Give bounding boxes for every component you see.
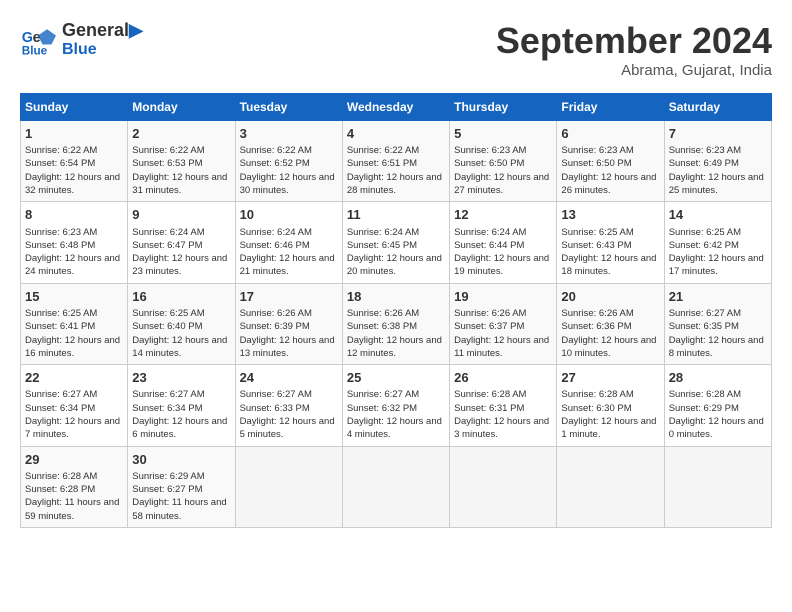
svg-text:G: G bbox=[22, 29, 33, 45]
col-wednesday: Wednesday bbox=[342, 94, 449, 121]
col-sunday: Sunday bbox=[21, 94, 128, 121]
table-cell bbox=[664, 446, 771, 527]
day-number: 12 bbox=[454, 206, 552, 224]
table-cell: 30Sunrise: 6:29 AMSunset: 6:27 PMDayligh… bbox=[128, 446, 235, 527]
day-number: 20 bbox=[561, 288, 659, 306]
table-cell: 26Sunrise: 6:28 AMSunset: 6:31 PMDayligh… bbox=[450, 365, 557, 446]
table-row: 15Sunrise: 6:25 AMSunset: 6:41 PMDayligh… bbox=[21, 283, 772, 364]
table-cell: 27Sunrise: 6:28 AMSunset: 6:30 PMDayligh… bbox=[557, 365, 664, 446]
table-cell bbox=[557, 446, 664, 527]
table-cell: 2Sunrise: 6:22 AMSunset: 6:53 PMDaylight… bbox=[128, 121, 235, 202]
table-cell bbox=[342, 446, 449, 527]
table-cell: 13Sunrise: 6:25 AMSunset: 6:43 PMDayligh… bbox=[557, 202, 664, 283]
table-cell: 3Sunrise: 6:22 AMSunset: 6:52 PMDaylight… bbox=[235, 121, 342, 202]
header-row: Sunday Monday Tuesday Wednesday Thursday… bbox=[21, 94, 772, 121]
table-cell: 9Sunrise: 6:24 AMSunset: 6:47 PMDaylight… bbox=[128, 202, 235, 283]
col-monday: Monday bbox=[128, 94, 235, 121]
table-cell: 25Sunrise: 6:27 AMSunset: 6:32 PMDayligh… bbox=[342, 365, 449, 446]
day-number: 15 bbox=[25, 288, 123, 306]
table-cell: 18Sunrise: 6:26 AMSunset: 6:38 PMDayligh… bbox=[342, 283, 449, 364]
day-number: 13 bbox=[561, 206, 659, 224]
table-cell: 5Sunrise: 6:23 AMSunset: 6:50 PMDaylight… bbox=[450, 121, 557, 202]
table-cell bbox=[235, 446, 342, 527]
day-number: 26 bbox=[454, 369, 552, 387]
calendar-table: Sunday Monday Tuesday Wednesday Thursday… bbox=[20, 93, 772, 528]
day-number: 28 bbox=[669, 369, 767, 387]
table-cell: 23Sunrise: 6:27 AMSunset: 6:34 PMDayligh… bbox=[128, 365, 235, 446]
day-number: 5 bbox=[454, 125, 552, 143]
table-cell: 29Sunrise: 6:28 AMSunset: 6:28 PMDayligh… bbox=[21, 446, 128, 527]
day-number: 10 bbox=[240, 206, 338, 224]
table-cell: 16Sunrise: 6:25 AMSunset: 6:40 PMDayligh… bbox=[128, 283, 235, 364]
header: G e Blue General▶ Blue September 2024 Ab… bbox=[20, 20, 772, 79]
table-cell: 7Sunrise: 6:23 AMSunset: 6:49 PMDaylight… bbox=[664, 121, 771, 202]
table-cell: 17Sunrise: 6:26 AMSunset: 6:39 PMDayligh… bbox=[235, 283, 342, 364]
day-number: 7 bbox=[669, 125, 767, 143]
table-cell: 19Sunrise: 6:26 AMSunset: 6:37 PMDayligh… bbox=[450, 283, 557, 364]
table-cell: 10Sunrise: 6:24 AMSunset: 6:46 PMDayligh… bbox=[235, 202, 342, 283]
day-number: 22 bbox=[25, 369, 123, 387]
table-cell: 1Sunrise: 6:22 AMSunset: 6:54 PMDaylight… bbox=[21, 121, 128, 202]
table-row: 22Sunrise: 6:27 AMSunset: 6:34 PMDayligh… bbox=[21, 365, 772, 446]
day-number: 4 bbox=[347, 125, 445, 143]
day-number: 2 bbox=[132, 125, 230, 143]
day-number: 29 bbox=[25, 451, 123, 469]
day-number: 30 bbox=[132, 451, 230, 469]
day-number: 8 bbox=[25, 206, 123, 224]
table-cell: 4Sunrise: 6:22 AMSunset: 6:51 PMDaylight… bbox=[342, 121, 449, 202]
table-cell bbox=[450, 446, 557, 527]
day-number: 23 bbox=[132, 369, 230, 387]
table-cell: 28Sunrise: 6:28 AMSunset: 6:29 PMDayligh… bbox=[664, 365, 771, 446]
table-cell: 8Sunrise: 6:23 AMSunset: 6:48 PMDaylight… bbox=[21, 202, 128, 283]
day-number: 27 bbox=[561, 369, 659, 387]
day-number: 9 bbox=[132, 206, 230, 224]
table-row: 8Sunrise: 6:23 AMSunset: 6:48 PMDaylight… bbox=[21, 202, 772, 283]
day-number: 19 bbox=[454, 288, 552, 306]
table-cell: 15Sunrise: 6:25 AMSunset: 6:41 PMDayligh… bbox=[21, 283, 128, 364]
col-friday: Friday bbox=[557, 94, 664, 121]
logo-icon: G e Blue bbox=[20, 22, 56, 58]
col-saturday: Saturday bbox=[664, 94, 771, 121]
day-number: 16 bbox=[132, 288, 230, 306]
table-cell: 14Sunrise: 6:25 AMSunset: 6:42 PMDayligh… bbox=[664, 202, 771, 283]
logo: G e Blue General▶ Blue bbox=[20, 20, 143, 59]
table-cell: 20Sunrise: 6:26 AMSunset: 6:36 PMDayligh… bbox=[557, 283, 664, 364]
day-number: 14 bbox=[669, 206, 767, 224]
day-number: 1 bbox=[25, 125, 123, 143]
day-number: 18 bbox=[347, 288, 445, 306]
location: Abrama, Gujarat, India bbox=[496, 62, 772, 79]
svg-text:Blue: Blue bbox=[22, 44, 48, 57]
day-number: 11 bbox=[347, 206, 445, 224]
day-number: 17 bbox=[240, 288, 338, 306]
table-cell: 24Sunrise: 6:27 AMSunset: 6:33 PMDayligh… bbox=[235, 365, 342, 446]
table-cell: 11Sunrise: 6:24 AMSunset: 6:45 PMDayligh… bbox=[342, 202, 449, 283]
table-cell: 21Sunrise: 6:27 AMSunset: 6:35 PMDayligh… bbox=[664, 283, 771, 364]
title-block: September 2024 Abrama, Gujarat, India bbox=[496, 20, 772, 79]
table-cell: 12Sunrise: 6:24 AMSunset: 6:44 PMDayligh… bbox=[450, 202, 557, 283]
table-row: 29Sunrise: 6:28 AMSunset: 6:28 PMDayligh… bbox=[21, 446, 772, 527]
day-number: 3 bbox=[240, 125, 338, 143]
table-cell: 6Sunrise: 6:23 AMSunset: 6:50 PMDaylight… bbox=[557, 121, 664, 202]
day-number: 24 bbox=[240, 369, 338, 387]
col-tuesday: Tuesday bbox=[235, 94, 342, 121]
table-cell: 22Sunrise: 6:27 AMSunset: 6:34 PMDayligh… bbox=[21, 365, 128, 446]
table-row: 1Sunrise: 6:22 AMSunset: 6:54 PMDaylight… bbox=[21, 121, 772, 202]
month-title: September 2024 bbox=[496, 20, 772, 62]
col-thursday: Thursday bbox=[450, 94, 557, 121]
day-number: 21 bbox=[669, 288, 767, 306]
day-number: 25 bbox=[347, 369, 445, 387]
day-number: 6 bbox=[561, 125, 659, 143]
logo-text: General▶ Blue bbox=[62, 20, 143, 59]
calendar-page: G e Blue General▶ Blue September 2024 Ab… bbox=[0, 0, 792, 612]
